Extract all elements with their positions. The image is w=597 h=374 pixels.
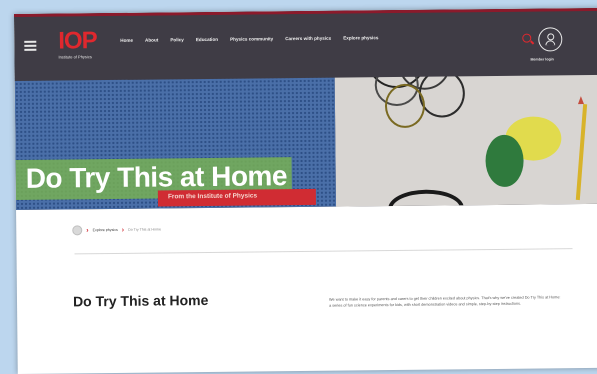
breadcrumb-item-current: Do Try This at Home: [128, 227, 162, 232]
top-navigation-bar: IOP Institute of Physics Home About Poli…: [14, 7, 597, 81]
search-icon[interactable]: [522, 33, 532, 43]
nav-item-home[interactable]: Home: [120, 38, 133, 43]
chevron-right-icon: ›: [121, 226, 125, 234]
main-nav: Home About Policy Education Physics comm…: [120, 35, 378, 43]
logo-subtitle: Institute of Physics: [58, 54, 92, 60]
section-divider: [74, 248, 573, 255]
chevron-right-icon: ›: [86, 226, 89, 234]
nav-item-about[interactable]: About: [145, 37, 158, 42]
wire-ring: [384, 83, 426, 129]
intro-paragraph: We want to make it easy for parents and …: [328, 295, 561, 308]
nav-item-explore-physics[interactable]: Explore physics: [343, 35, 378, 40]
green-blob: [485, 134, 524, 188]
nav-item-physics-community[interactable]: Physics community: [230, 36, 273, 41]
hero-banner: IOP Institute of Physics Home About Poli…: [14, 7, 597, 210]
breadcrumb-item-explore-physics[interactable]: Explore physics: [93, 228, 118, 232]
breadcrumb: › Explore physics › Do Try This at Home: [72, 224, 162, 236]
menu-icon[interactable]: [24, 40, 37, 51]
pencil-tip: [577, 96, 584, 105]
browser-screenshot: IOP Institute of Physics Home About Poli…: [14, 7, 597, 374]
hero-subtitle: From the Institute of Physics: [167, 192, 258, 201]
account-label[interactable]: Member login: [530, 57, 553, 61]
nav-item-education[interactable]: Education: [196, 37, 218, 42]
nav-item-careers[interactable]: Careers with physics: [285, 36, 331, 41]
account-icon[interactable]: [538, 27, 563, 52]
nav-item-policy[interactable]: Policy: [170, 37, 184, 42]
page-title: Do Try This at Home: [72, 291, 209, 310]
logo-mark: IOP: [58, 27, 97, 55]
iop-logo[interactable]: IOP Institute of Physics: [58, 27, 97, 60]
home-icon[interactable]: [72, 225, 83, 236]
